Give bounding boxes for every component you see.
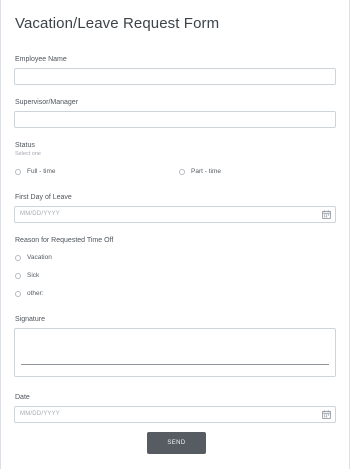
- employee-name-input[interactable]: [14, 68, 336, 85]
- radio-button[interactable]: [15, 272, 21, 279]
- status-sublabel: Select one: [15, 151, 41, 157]
- radio-label: Part - time: [191, 168, 221, 175]
- signature-label: Signature: [15, 316, 45, 323]
- radio-button[interactable]: [15, 168, 21, 175]
- send-button[interactable]: SEND: [147, 432, 206, 454]
- radio-button[interactable]: [15, 254, 21, 261]
- status-label: Status: [15, 142, 35, 149]
- status-option-part-time[interactable]: Part - time: [179, 168, 221, 175]
- status-option-full-time[interactable]: Full - time: [15, 168, 56, 175]
- supervisor-input[interactable]: [14, 111, 336, 128]
- form-container: Vacation/Leave Request Form Employee Nam…: [0, 0, 350, 469]
- supervisor-label: Supervisor/Manager: [15, 99, 79, 106]
- first-day-placeholder: MM/DD/YYYY: [20, 211, 61, 217]
- radio-button[interactable]: [15, 290, 21, 297]
- reason-option-other[interactable]: other:: [15, 290, 44, 297]
- calendar-icon[interactable]: [322, 210, 331, 219]
- reason-option-vacation[interactable]: Vacation: [15, 254, 52, 261]
- first-day-label: First Day of Leave: [15, 194, 72, 201]
- radio-button[interactable]: [179, 168, 185, 175]
- date-input[interactable]: MM/DD/YYYY: [14, 406, 336, 423]
- first-day-input[interactable]: MM/DD/YYYY: [14, 206, 336, 223]
- radio-label: Full - time: [27, 168, 56, 175]
- radio-label: Vacation: [27, 254, 52, 261]
- date-placeholder: MM/DD/YYYY: [20, 411, 61, 417]
- radio-label: other:: [27, 290, 44, 297]
- signature-line: [21, 364, 329, 365]
- date-label: Date: [15, 394, 30, 401]
- employee-name-label: Employee Name: [15, 56, 67, 63]
- reason-option-sick[interactable]: Sick: [15, 272, 39, 279]
- calendar-icon[interactable]: [322, 410, 331, 419]
- form-title: Vacation/Leave Request Form: [15, 15, 220, 32]
- reason-label: Reason for Requested Time Off: [15, 237, 114, 244]
- radio-label: Sick: [27, 272, 40, 279]
- signature-pad[interactable]: [14, 328, 336, 377]
